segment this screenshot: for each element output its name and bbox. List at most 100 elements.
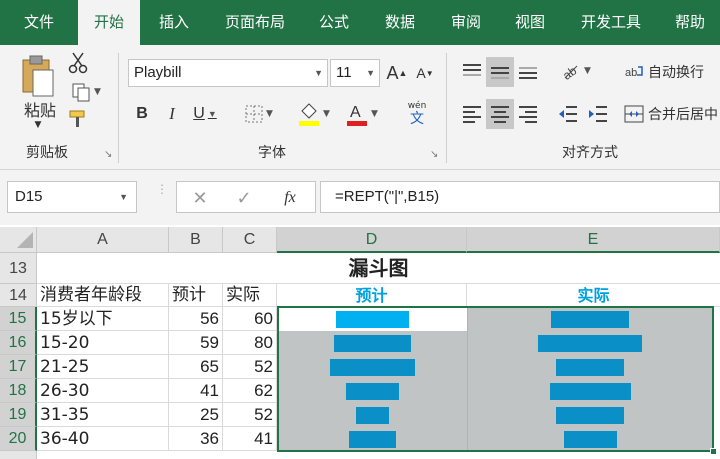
column-header-e[interactable]: E — [467, 227, 720, 253]
grow-font-icon[interactable]: A ▲ — [386, 59, 408, 87]
segment-cell[interactable]: 21-25 — [37, 355, 169, 379]
decrease-indent-icon[interactable] — [554, 99, 582, 129]
select-all-corner[interactable] — [0, 227, 37, 253]
tab-home[interactable]: 开始 — [78, 0, 140, 45]
svg-text:A: A — [350, 104, 361, 121]
header-segment[interactable]: 消费者年龄段 — [37, 284, 169, 307]
row-header-19[interactable]: 19 — [0, 403, 37, 427]
tab-data[interactable]: 数据 — [372, 0, 428, 45]
merge-center-button[interactable]: 合并后居中 — [624, 99, 720, 129]
segment-cell[interactable]: 15-20 — [37, 331, 169, 355]
planned-cell[interactable]: 36 — [169, 427, 223, 451]
fill-color-icon[interactable]: ▼ — [292, 99, 336, 129]
group-divider — [446, 53, 447, 163]
font-color-icon[interactable]: A ▼ — [340, 99, 384, 129]
planned-cell[interactable]: 56 — [169, 307, 223, 331]
column-header-b[interactable]: B — [169, 227, 223, 253]
svg-text:ab: ab — [625, 67, 637, 79]
tab-page-layout[interactable]: 页面布局 — [214, 0, 296, 45]
align-bottom-icon[interactable] — [514, 57, 542, 85]
column-header-c[interactable]: C — [223, 227, 277, 253]
phonetic-top: wén — [407, 101, 427, 111]
header-actual[interactable]: 实际 — [223, 284, 277, 307]
row-header-13[interactable]: 13 — [0, 253, 37, 284]
tab-file[interactable]: 文件 — [8, 0, 70, 45]
font-size-value: 11 — [336, 64, 352, 81]
row-header-15[interactable]: 15 — [0, 307, 37, 331]
row-header-16[interactable]: 16 — [0, 331, 37, 355]
font-name-value: Playbill — [134, 64, 182, 81]
orientation-icon[interactable]: ab ▼ — [556, 57, 596, 85]
align-left-icon[interactable] — [458, 99, 486, 129]
align-right-icon[interactable] — [514, 99, 542, 129]
row-header-18[interactable]: 18 — [0, 379, 37, 403]
font-name-field[interactable]: Playbill ▼ — [128, 59, 328, 87]
tab-help[interactable]: 帮助 — [662, 0, 718, 45]
increase-indent-icon[interactable] — [584, 99, 612, 129]
phonetic-bottom: 文 — [410, 111, 424, 127]
name-box[interactable]: D15 ▼ — [7, 181, 137, 213]
border-icon[interactable]: ▼ — [236, 101, 282, 127]
tab-insert[interactable]: 插入 — [146, 0, 202, 45]
shrink-font-icon[interactable]: A ▼ — [414, 59, 436, 87]
row-header-20[interactable]: 20 — [0, 427, 37, 451]
segment-cell[interactable]: 15岁以下 — [37, 307, 169, 331]
wrap-text-label: 自动换行 — [648, 65, 704, 81]
actual-cell[interactable]: 60 — [223, 307, 277, 331]
cut-icon[interactable] — [66, 51, 90, 75]
function-icon[interactable]: fx — [277, 187, 303, 209]
clipboard-group-label: 剪贴板 — [26, 145, 68, 161]
actual-cell[interactable]: 41 — [223, 427, 277, 451]
column-header-d[interactable]: D — [277, 227, 467, 253]
align-center-icon[interactable] — [486, 99, 514, 129]
formula-input[interactable]: =REPT("|",B15) — [320, 181, 720, 213]
format-painter-icon[interactable] — [66, 107, 92, 131]
planned-cell[interactable]: 41 — [169, 379, 223, 403]
bold-button[interactable]: B — [130, 101, 154, 127]
tab-view[interactable]: 视图 — [502, 0, 558, 45]
group-divider — [118, 53, 119, 163]
segment-cell[interactable]: 26-30 — [37, 379, 169, 403]
paste-dropdown[interactable]: ▼ — [30, 119, 46, 131]
merge-center-label: 合并后居中 — [648, 107, 718, 123]
font-group-label: 字体 — [258, 145, 286, 161]
funnel-header-actual[interactable]: 实际 — [467, 284, 720, 307]
font-size-field[interactable]: 11 ▼ — [330, 59, 380, 87]
actual-cell[interactable]: 62 — [223, 379, 277, 403]
planned-cell[interactable]: 25 — [169, 403, 223, 427]
phonetic-icon[interactable]: wén 文 — [394, 97, 440, 131]
chevron-down-icon: ▼ — [366, 68, 375, 78]
wrap-text-button[interactable]: ab 自动换行 — [624, 59, 720, 85]
actual-cell[interactable]: 52 — [223, 403, 277, 427]
header-planned[interactable]: 预计 — [169, 284, 223, 307]
fill-handle[interactable] — [710, 448, 717, 455]
align-middle-icon[interactable] — [486, 57, 514, 87]
alignment-group-label: 对齐方式 — [562, 145, 618, 161]
tab-developer[interactable]: 开发工具 — [570, 0, 652, 45]
tab-formulas[interactable]: 公式 — [306, 0, 362, 45]
row-header-17[interactable]: 17 — [0, 355, 37, 379]
planned-cell[interactable]: 59 — [169, 331, 223, 355]
enter-icon[interactable]: ✓ — [233, 187, 255, 209]
actual-cell[interactable]: 52 — [223, 355, 277, 379]
column-header-a[interactable]: A — [37, 227, 169, 253]
cancel-icon[interactable]: ✕ — [189, 187, 211, 209]
font-launcher-icon[interactable]: ↘ — [430, 149, 438, 160]
funnel-header-planned[interactable]: 预计 — [277, 284, 467, 307]
segment-cell[interactable]: 31-35 — [37, 403, 169, 427]
paste-button[interactable]: 粘贴 — [20, 99, 60, 120]
tab-review[interactable]: 审阅 — [438, 0, 494, 45]
resize-grip-icon[interactable]: ⋮ — [156, 183, 168, 208]
underline-button[interactable]: U ▼ — [188, 101, 222, 127]
segment-cell[interactable]: 36-40 — [37, 427, 169, 451]
row-header-21[interactable] — [0, 451, 37, 459]
align-top-icon[interactable] — [458, 57, 486, 85]
copy-icon[interactable]: ▼ — [66, 80, 106, 104]
clipboard-launcher-icon[interactable]: ↘ — [104, 149, 112, 160]
actual-cell[interactable]: 80 — [223, 331, 277, 355]
row-header-14[interactable]: 14 — [0, 284, 37, 307]
paste-icon[interactable] — [16, 53, 58, 99]
sheet-title[interactable]: 漏斗图 — [37, 253, 720, 284]
planned-cell[interactable]: 65 — [169, 355, 223, 379]
italic-button[interactable]: I — [160, 101, 184, 127]
